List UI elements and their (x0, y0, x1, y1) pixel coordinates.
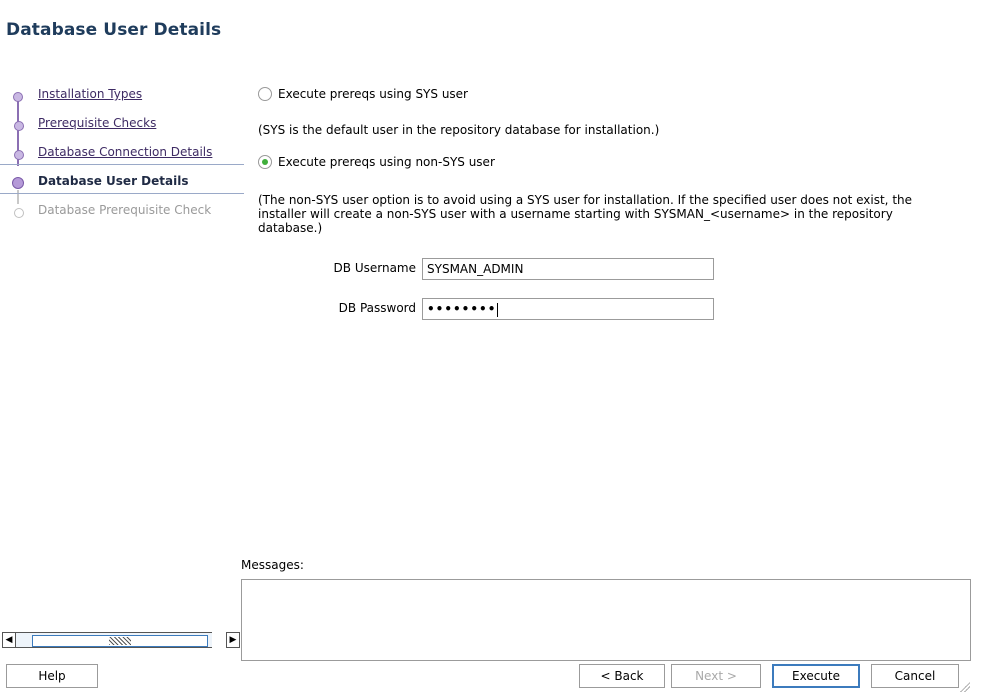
sys-user-radio[interactable] (258, 87, 272, 101)
step-train: Installation Types Prerequisite Checks D… (0, 80, 244, 220)
non-sys-user-option[interactable]: Execute prereqs using non-SYS user (258, 153, 495, 171)
db-username-value: SYSMAN_ADMIN (427, 262, 524, 276)
db-password-value: •••••••• (427, 302, 497, 316)
step-label: Database Prerequisite Check (38, 203, 212, 217)
step-node-icon (14, 150, 24, 160)
steps-horizontal-scrollbar[interactable]: ◀ ▶ (2, 632, 240, 648)
next-button[interactable]: Next > (671, 664, 761, 688)
sys-user-note: (SYS is the default user in the reposito… (258, 123, 660, 137)
db-username-label: DB Username (333, 261, 416, 275)
db-username-input[interactable]: SYSMAN_ADMIN (422, 258, 714, 280)
scroll-left-arrow-icon[interactable]: ◀ (2, 632, 16, 648)
step-node-current-icon (12, 177, 24, 189)
non-sys-user-radio[interactable] (258, 155, 272, 169)
messages-area[interactable] (241, 579, 971, 661)
page-title: Database User Details (6, 20, 222, 40)
db-password-input[interactable]: •••••••• (422, 298, 714, 320)
scroll-right-arrow-icon[interactable]: ▶ (226, 632, 240, 648)
back-button[interactable]: < Back (579, 664, 665, 688)
non-sys-user-label: Execute prereqs using non-SYS user (278, 155, 495, 169)
step-node-icon (14, 121, 24, 131)
cancel-button[interactable]: Cancel (871, 664, 959, 688)
step-label[interactable]: Database Connection Details (38, 145, 212, 159)
step-database-connection-details[interactable]: Database Connection Details (0, 140, 244, 164)
step-label[interactable]: Prerequisite Checks (38, 116, 156, 130)
scrollbar-grip-icon (109, 637, 131, 645)
step-label: Database User Details (38, 174, 189, 188)
step-database-prerequisite-check: Database Prerequisite Check (0, 198, 244, 222)
messages-label: Messages: (241, 558, 304, 572)
scrollbar-track[interactable] (16, 632, 212, 648)
step-database-user-details: Database User Details (0, 169, 244, 193)
help-button[interactable]: Help (6, 664, 98, 688)
sys-user-label: Execute prereqs using SYS user (278, 87, 468, 101)
step-prerequisite-checks[interactable]: Prerequisite Checks (0, 111, 244, 135)
execute-button[interactable]: Execute (772, 664, 860, 688)
text-caret (497, 302, 499, 317)
scrollbar-thumb[interactable] (32, 635, 208, 647)
step-installation-types[interactable]: Installation Types (0, 82, 244, 106)
db-password-label: DB Password (338, 301, 416, 315)
step-node-disabled-icon (14, 208, 24, 218)
non-sys-user-note: (The non-SYS user option is to avoid usi… (258, 193, 913, 235)
resize-grip-icon[interactable] (960, 682, 970, 692)
sys-user-option[interactable]: Execute prereqs using SYS user (258, 85, 468, 103)
step-node-icon (13, 92, 23, 102)
step-label[interactable]: Installation Types (38, 87, 142, 101)
